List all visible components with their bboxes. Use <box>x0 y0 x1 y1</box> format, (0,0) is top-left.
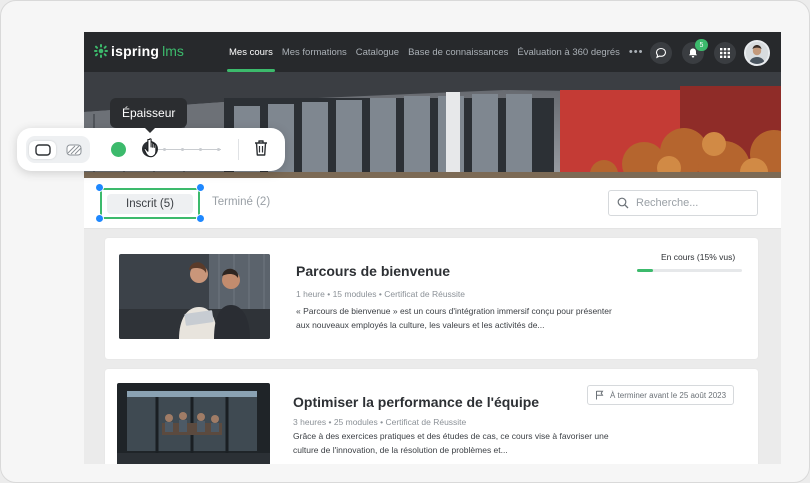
course-title[interactable]: Optimiser la performance de l'équipe <box>293 394 539 410</box>
toolbar-divider <box>238 139 239 160</box>
selection-handle-bottom-right[interactable] <box>196 214 205 223</box>
slider-step-dot <box>199 148 202 151</box>
logo-text: ispring <box>111 43 160 59</box>
trash-icon <box>255 140 267 156</box>
course-thumbnail <box>119 254 270 339</box>
search-input[interactable]: Recherche... <box>608 190 758 216</box>
grid-icon <box>720 48 730 58</box>
nav-mes-cours[interactable]: Mes cours <box>227 32 275 72</box>
selection-handle-bottom-left[interactable] <box>95 214 104 223</box>
course-certificate: Certificat de Réussite <box>385 417 467 427</box>
rounded-rectangle-icon <box>34 144 51 156</box>
color-picker-swatch[interactable] <box>111 142 126 157</box>
outline-style-option[interactable] <box>29 141 56 159</box>
course-card-optimiser-performance[interactable]: Optimiser la performance de l'équipe 3 h… <box>105 369 758 464</box>
course-modules: 25 modules <box>333 417 378 427</box>
logo-suffix: lms <box>162 43 184 59</box>
course-thumbnail <box>117 383 270 464</box>
course-meta: 1 heure • 15 modules • Certificat de Réu… <box>296 289 465 299</box>
course-description: Grâce à des exercices pratiques et des é… <box>293 431 609 455</box>
search-placeholder: Recherche... <box>636 197 699 209</box>
course-meta: 3 heures • 25 modules • Certificat de Ré… <box>293 417 466 427</box>
lms-app: ispring lms Mes cours Mes formations Cat… <box>84 32 781 464</box>
selection-handle-top-left[interactable] <box>95 183 104 192</box>
fill-style-toggle <box>26 136 90 163</box>
main-nav: Mes cours Mes formations Catalogue Base … <box>227 32 652 72</box>
selection-handle-top-right[interactable] <box>196 183 205 192</box>
course-certificate: Certificat de Réussite <box>384 289 466 299</box>
course-duration: 1 heure <box>296 289 325 299</box>
user-photo-icon <box>746 42 768 64</box>
nav-catalogue[interactable]: Catalogue <box>356 32 399 72</box>
hatched-rectangle-icon <box>66 144 81 156</box>
course-tabs-bar: Inscrit (5) Terminé (2) Recherche... <box>84 178 781 229</box>
notifications-button[interactable]: 5 <box>682 39 708 64</box>
nav-base-connaissances[interactable]: Base de connaissances <box>408 32 508 72</box>
gear-logo-icon <box>94 44 108 58</box>
tab-inscrit-label: Inscrit (5) <box>107 194 193 214</box>
course-progress-fill <box>637 269 653 272</box>
nav-evaluation-360[interactable]: Évaluation à 360 degrés <box>517 32 619 72</box>
slider-step-dot <box>181 148 184 151</box>
nav-more-button[interactable]: ••• <box>629 32 644 72</box>
course-modules: 15 modules <box>332 289 377 299</box>
chat-bubble-icon <box>655 47 667 59</box>
course-card-parcours-bienvenue[interactable]: Parcours de bienvenue 1 heure • 15 modul… <box>105 238 758 359</box>
hatched-style-option[interactable] <box>60 141 87 159</box>
slider-step-dot <box>217 148 220 151</box>
ispring-logo[interactable]: ispring lms <box>94 43 184 59</box>
notification-count-badge: 5 <box>695 39 708 51</box>
nav-mes-formations[interactable]: Mes formations <box>282 32 347 72</box>
top-navigation-bar: ispring lms Mes cours Mes formations Cat… <box>84 32 781 72</box>
course-progress-bar <box>637 269 742 272</box>
due-date-text: À terminer avant le 25 août 2023 <box>610 390 727 400</box>
due-date-badge: À terminer avant le 25 août 2023 <box>587 385 735 405</box>
course-description: « Parcours de bienvenue » est un cours d… <box>296 306 612 330</box>
course-duration: 3 heures <box>293 417 327 427</box>
chat-button[interactable] <box>650 42 672 64</box>
tab-inscrit[interactable]: Inscrit (5) <box>100 188 200 219</box>
flag-icon <box>596 390 604 400</box>
hand-pointer-cursor-icon <box>143 137 163 164</box>
search-icon <box>617 197 629 209</box>
slider-step-dot <box>163 148 166 151</box>
course-progress-status: En cours (15% vus) <box>661 252 736 262</box>
user-avatar[interactable] <box>744 40 770 66</box>
thickness-tooltip: Épaisseur <box>110 98 188 133</box>
apps-grid-button[interactable] <box>714 42 736 64</box>
delete-button[interactable] <box>253 139 269 162</box>
tab-termine[interactable]: Terminé (2) <box>212 196 270 208</box>
course-title[interactable]: Parcours de bienvenue <box>296 263 450 279</box>
